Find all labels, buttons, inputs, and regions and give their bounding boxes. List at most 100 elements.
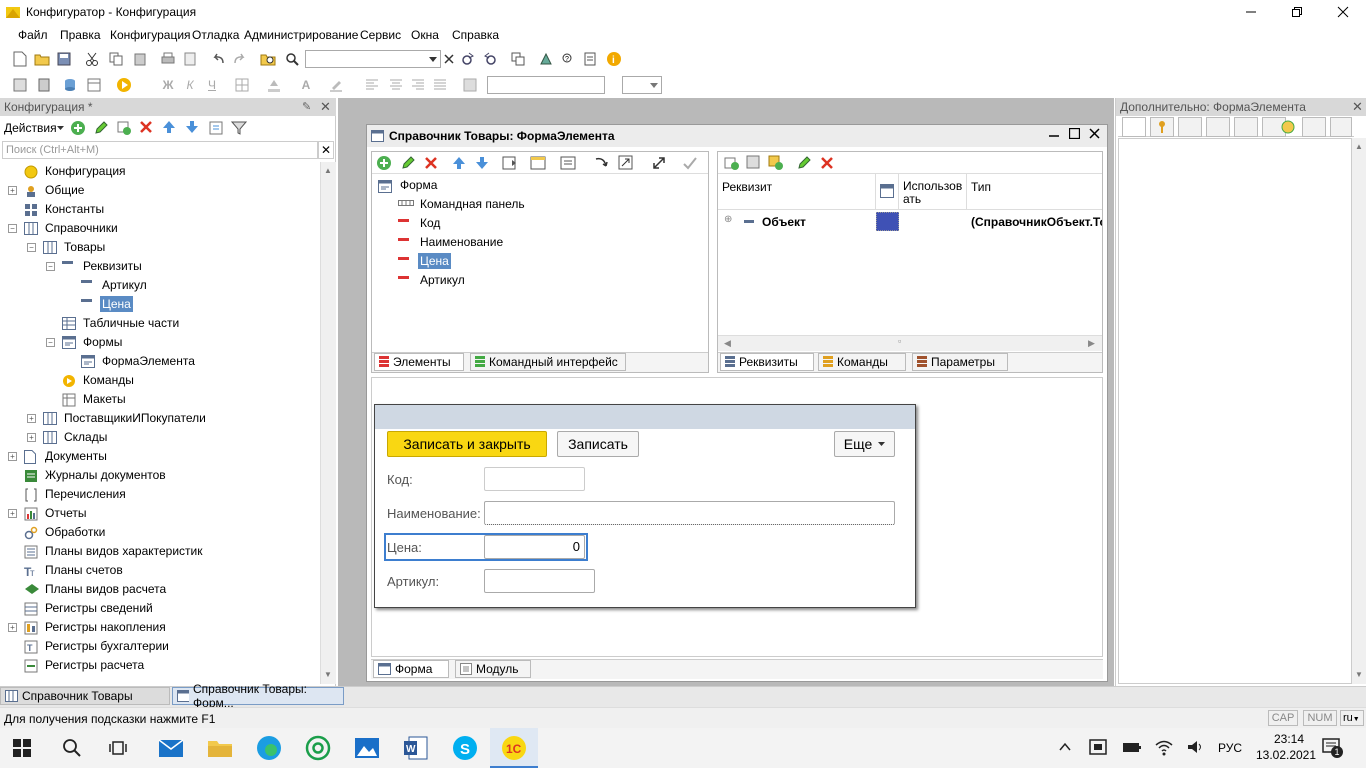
taskbar-1c-app[interactable]: 1C [490,728,538,768]
copy-icon[interactable] [106,49,126,69]
tree-scrollbar[interactable]: ▲ ▼ [320,162,336,684]
file-explorer-icon[interactable] [207,736,233,760]
taskbar-search-icon[interactable] [62,738,82,758]
info-icon[interactable]: i [604,49,624,69]
font-size-combo[interactable] [622,76,662,94]
skype-icon[interactable]: S [452,735,478,761]
find-next-icon[interactable] [458,49,478,69]
menu-service[interactable]: Сервис [360,28,401,42]
tree-item[interactable]: Макеты [0,390,320,409]
task-view-icon[interactable] [108,738,128,758]
menu-edit[interactable]: Правка [60,28,101,42]
tab-attributes[interactable]: Реквизиты [720,353,814,371]
tree-item[interactable]: Регистры расчета [0,656,320,675]
open-window-tab-form[interactable]: Справочник Товары: Форм... [172,682,344,710]
battery-icon[interactable] [1122,738,1142,756]
col-header-type[interactable]: Тип [971,180,991,194]
element-item[interactable]: Командная панель [372,195,708,214]
scroll-up-icon[interactable]: ▲ [1355,142,1363,151]
tree-item[interactable]: Т Регистры бухгалтерии [0,637,320,656]
group-icon[interactable] [530,156,546,170]
move-up-icon[interactable] [452,156,466,170]
table-row[interactable]: ⊕ Объект (СправочникОбъект.То [718,212,1102,232]
save-and-close-button[interactable]: Записать и закрыть [387,431,547,457]
delete-icon[interactable] [139,120,153,134]
italic-icon[interactable]: К [180,75,200,95]
help-content-icon[interactable] [580,49,600,69]
find-in-files-icon[interactable] [258,49,278,69]
redo-icon[interactable] [230,49,250,69]
article-input[interactable] [484,569,595,593]
doc-close-icon[interactable] [1089,128,1100,139]
tab-module[interactable]: Модуль [455,660,531,678]
find-prev-icon[interactable] [480,49,500,69]
element-item[interactable]: Цена [372,252,708,271]
add-attribute-icon[interactable] [724,155,740,171]
tree-item[interactable]: Тт Планы счетов [0,561,320,580]
scroll-left-icon[interactable]: ◀ [724,338,731,349]
tab-empty-5[interactable] [1302,117,1326,137]
expand-icon[interactable]: + [27,433,36,442]
menu-configuration[interactable]: Конфигурация [110,28,191,42]
scroll-down-icon[interactable]: ▼ [1355,670,1363,679]
sort-icon[interactable] [208,120,224,136]
syntax-helper-icon[interactable] [536,49,556,69]
code-input[interactable] [484,467,585,491]
borders-icon[interactable] [232,75,252,95]
check-icon[interactable] [682,155,698,171]
expand-icon[interactable] [652,156,666,170]
tree-item[interactable]: Планы видов расчета [0,580,320,599]
print-icon[interactable] [158,49,178,69]
tree-item[interactable]: − Реквизиты [0,257,320,276]
mail-icon[interactable] [158,736,184,760]
windows-start-icon[interactable] [12,738,32,758]
new-file-icon[interactable] [10,49,30,69]
tab-properties[interactable] [1122,117,1146,137]
config-search-input[interactable]: Поиск (Ctrl+Alt+M) [2,141,318,159]
filter-icon[interactable] [231,120,247,136]
add-table-icon[interactable] [746,155,762,171]
tree-item[interactable]: Регистры сведений [0,599,320,618]
wifi-icon[interactable] [1154,738,1174,756]
delete-icon[interactable] [820,156,834,170]
expand-icon[interactable]: + [8,186,17,195]
tree-item[interactable]: + Склады [0,428,320,447]
edge-browser-icon[interactable] [256,735,282,761]
font-color-icon[interactable]: A [296,75,316,95]
tree-item[interactable]: ФормаЭлемента [0,352,320,371]
add-icon[interactable] [70,120,86,136]
tree-item[interactable]: − Товары [0,238,320,257]
align-justify-icon[interactable] [430,75,450,95]
collapse-icon[interactable]: − [27,243,36,252]
tree-item[interactable]: Цена [0,295,320,314]
chevron-down-icon[interactable] [426,51,440,67]
clear-search-icon[interactable] [439,49,459,69]
tree-item[interactable]: Артикул [0,276,320,295]
tab-key-icon[interactable] [1150,117,1174,137]
tree-item[interactable]: Конфигурация [0,162,320,181]
menu-help[interactable]: Справка [452,28,499,42]
minimize-button[interactable] [1228,0,1274,24]
menu-windows[interactable]: Окна [411,28,439,42]
element-item[interactable]: Артикул [372,271,708,290]
panel-close-icon[interactable]: ✕ [1352,99,1363,115]
clock-time[interactable]: 23:14 [1264,732,1314,746]
layout-icon[interactable] [560,156,576,170]
database-icon[interactable] [60,75,80,95]
tab-command-interface[interactable]: Командный интерфейс [470,353,626,371]
more-button[interactable]: Еще [834,431,895,457]
table-view-icon[interactable] [84,75,104,95]
actions-menu[interactable]: Действия [4,121,57,135]
collapse-icon[interactable]: − [46,262,55,271]
collapse-icon[interactable]: − [46,338,55,347]
menu-debug[interactable]: Отладка [192,28,239,42]
collapse-icon[interactable]: − [8,224,17,233]
tree-item[interactable]: Журналы документов [0,466,320,485]
add-icon[interactable] [376,155,392,171]
tree-item[interactable]: Табличные части [0,314,320,333]
tree-item[interactable]: − Справочники [0,219,320,238]
doc-minimize-icon[interactable] [1049,128,1059,138]
move-down-icon[interactable] [185,120,199,134]
save-icon[interactable] [54,49,74,69]
use-checkbox[interactable] [876,212,899,231]
